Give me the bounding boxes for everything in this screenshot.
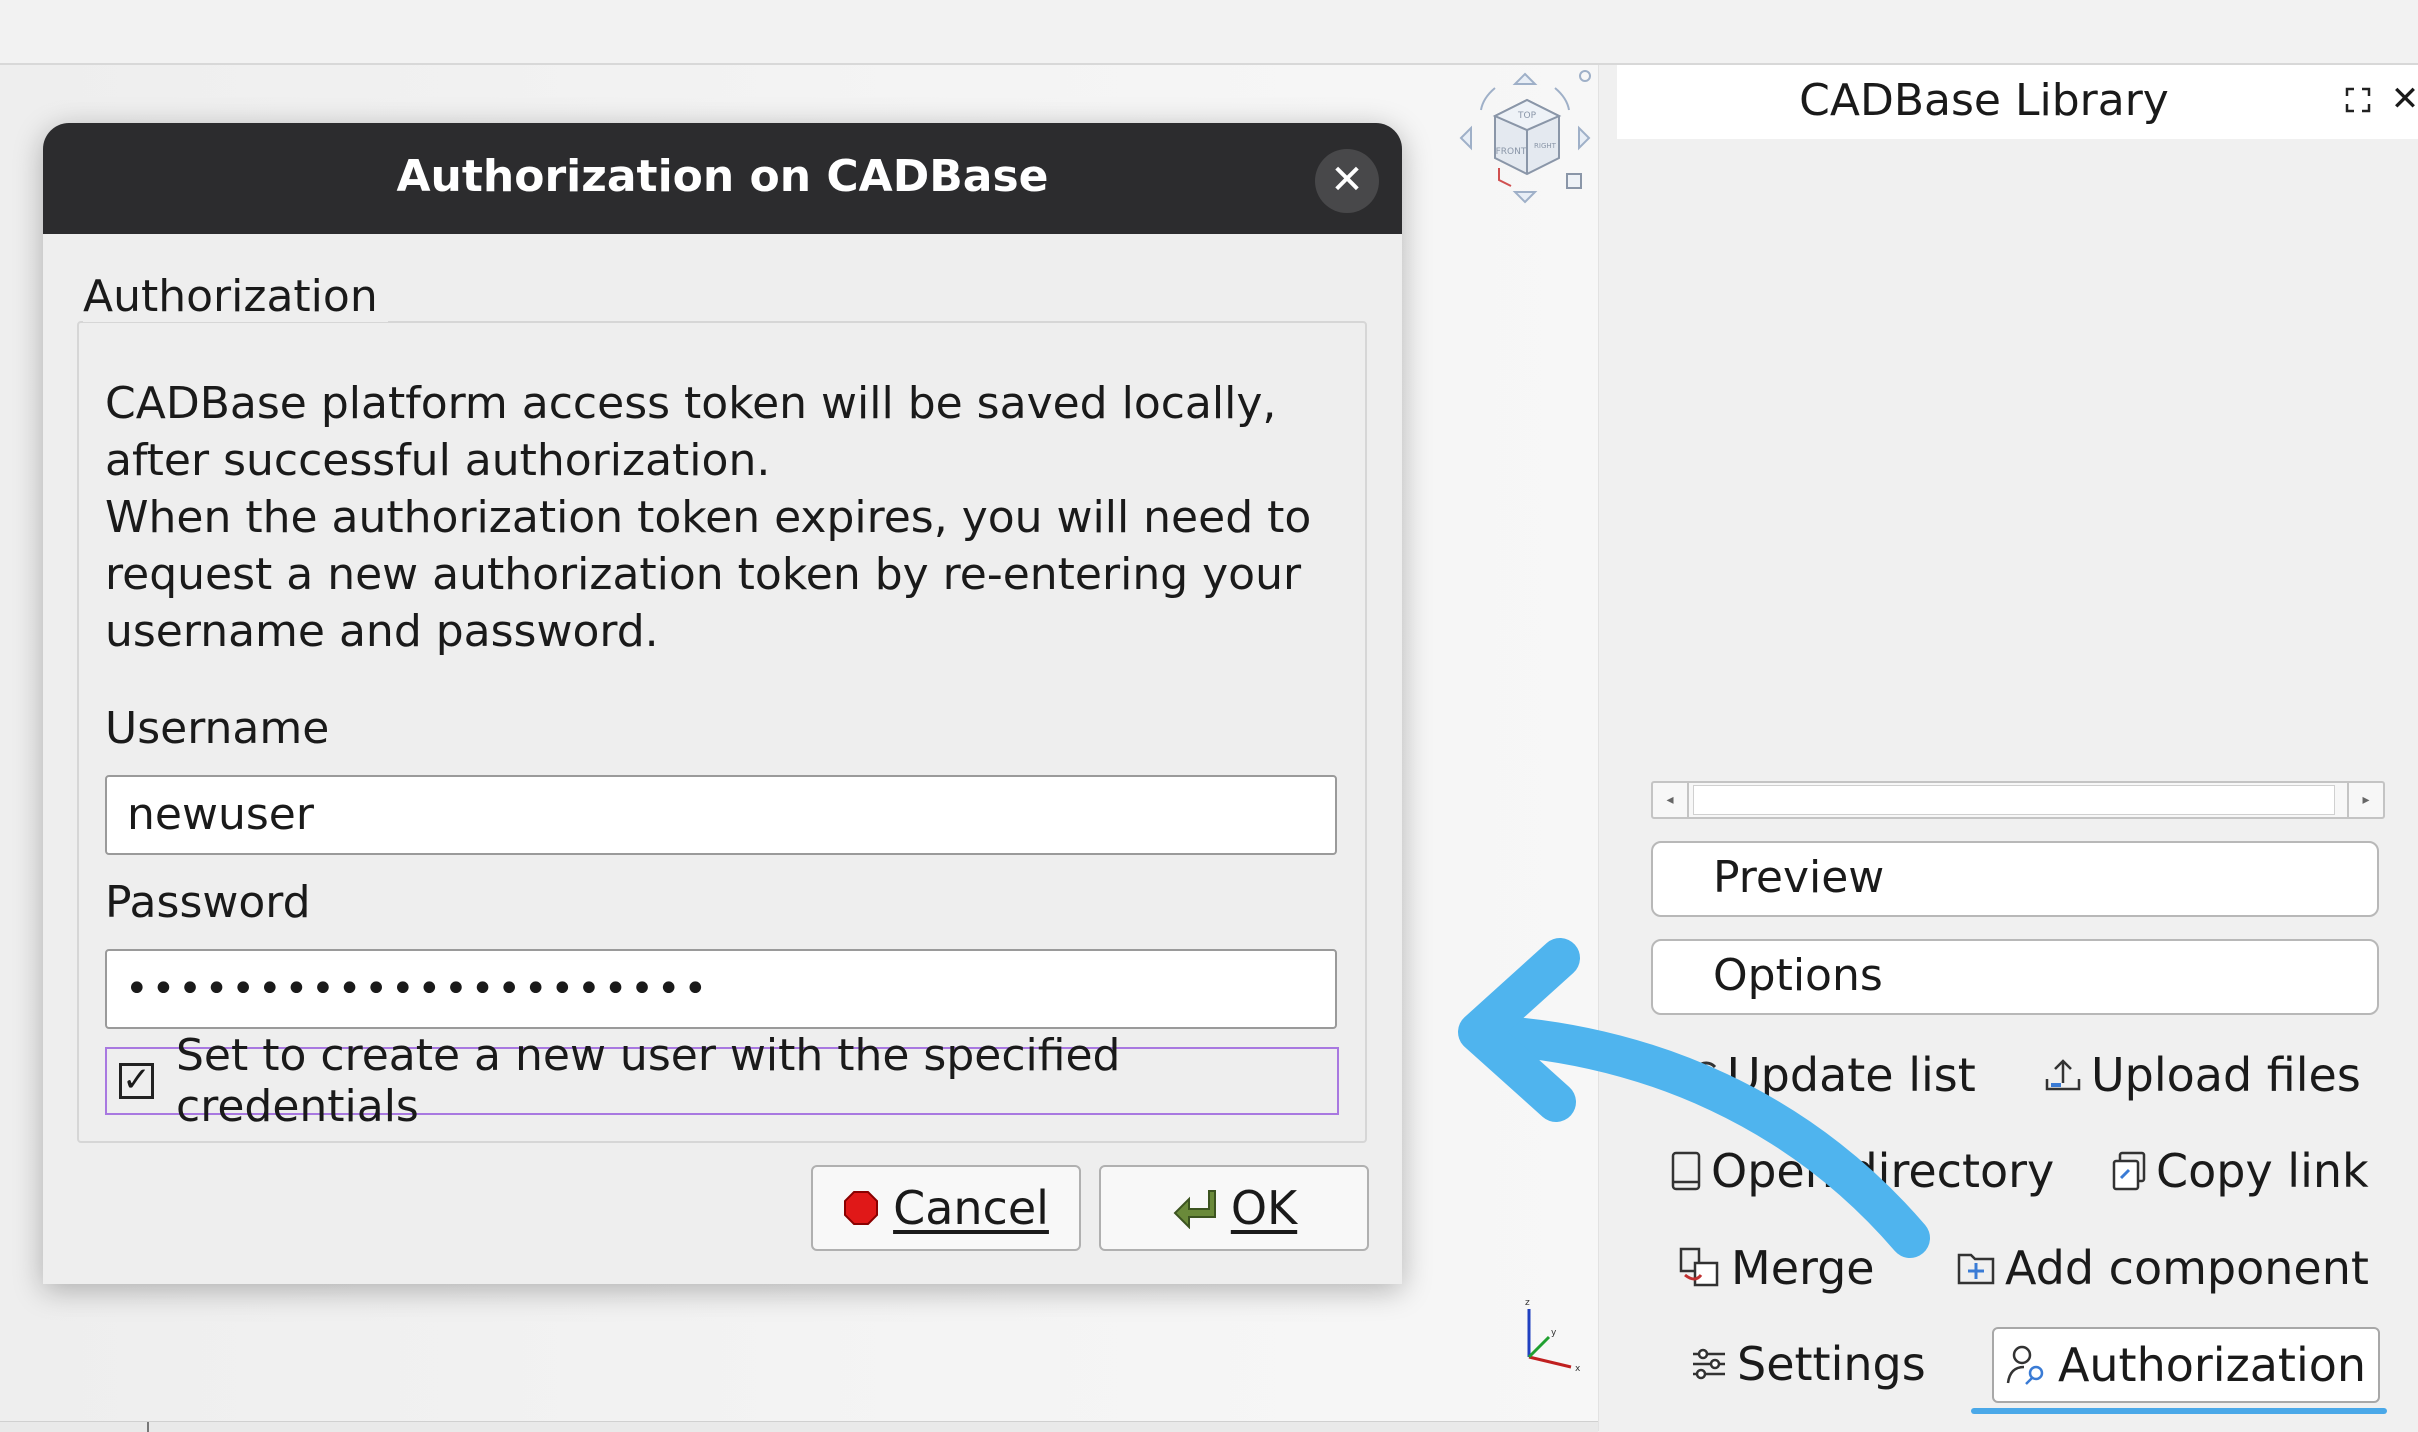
update-list-label: Update list xyxy=(1727,1048,1976,1102)
settings-button[interactable]: Settings xyxy=(1689,1329,1926,1399)
svg-text:y: y xyxy=(1551,1328,1557,1338)
horizontal-scrollbar[interactable]: ◂ ▸ xyxy=(1651,781,2385,819)
copy-link-label: Copy link xyxy=(2156,1144,2369,1198)
password-label: Password xyxy=(105,877,311,928)
create-user-checkbox-row[interactable]: ✓ Set to create a new user with the spec… xyxy=(105,1030,1339,1132)
upload-files-button[interactable]: Upload files xyxy=(2043,1040,2361,1110)
settings-label: Settings xyxy=(1737,1337,1926,1391)
username-field[interactable]: newuser xyxy=(105,775,1337,855)
enter-arrow-icon xyxy=(1173,1190,1216,1229)
cancel-button[interactable]: Cancel xyxy=(811,1165,1081,1251)
group-title: Authorization xyxy=(83,271,388,322)
refresh-icon xyxy=(1692,1061,1717,1089)
svg-text:z: z xyxy=(1525,1298,1530,1308)
float-panel-icon[interactable] xyxy=(2343,85,2373,115)
info-text: CADBase platform access token will be sa… xyxy=(105,378,1312,657)
authorization-dialog: Authorization on CADBase ✕ Authorization… xyxy=(43,123,1402,1284)
scroll-right-icon[interactable]: ▸ xyxy=(2347,783,2383,817)
panel-title: CADBase Library xyxy=(1799,75,2169,126)
stop-icon xyxy=(844,1191,879,1225)
checkbox-label: Set to create a new user with the specif… xyxy=(176,1030,1121,1132)
status-strip xyxy=(0,1421,1598,1432)
axis-triad-icon: z y x xyxy=(1525,1298,1581,1374)
copy-link-button[interactable]: Copy link xyxy=(2110,1136,2369,1206)
ok-button[interactable]: OK xyxy=(1099,1165,1369,1251)
options-button[interactable]: Options xyxy=(1651,939,2379,1015)
password-field[interactable]: •••••••••••••••••••••• xyxy=(105,949,1337,1029)
scroll-left-icon[interactable]: ◂ xyxy=(1653,783,1689,817)
panel-header: CADBase Library ✕ xyxy=(1617,65,2418,139)
dialog-title: Authorization on CADBase xyxy=(396,151,1049,202)
upload-icon xyxy=(2045,1059,2081,1091)
cube-face-right[interactable]: RIGHT xyxy=(1534,142,1557,150)
user-key-icon xyxy=(2006,1345,2044,1385)
username-label: Username xyxy=(105,703,330,754)
merge-button[interactable]: Merge xyxy=(1677,1233,1875,1303)
dialog-titlebar[interactable]: Authorization on CADBase ✕ xyxy=(43,123,1402,234)
authorization-label: Authorization xyxy=(2057,1338,2367,1392)
ok-label: OK xyxy=(1230,1181,1298,1235)
authorization-button[interactable]: Authorization xyxy=(1992,1327,2380,1403)
svg-text:x: x xyxy=(1575,1364,1581,1374)
navigation-cube-icon[interactable]: TOP FRONT RIGHT xyxy=(1455,68,1595,208)
sliders-icon xyxy=(1693,1348,1725,1380)
cancel-label: Cancel xyxy=(893,1181,1049,1235)
create-user-checkbox[interactable]: ✓ xyxy=(119,1063,154,1099)
close-dialog-icon[interactable]: ✕ xyxy=(1315,149,1379,213)
update-list-button[interactable]: Update list xyxy=(1691,1040,1976,1110)
close-panel-icon[interactable]: ✕ xyxy=(2387,81,2418,117)
copy-link-icon xyxy=(2112,1151,2146,1191)
top-bar xyxy=(0,0,2418,65)
preview-button[interactable]: Preview xyxy=(1651,841,2379,917)
open-directory-button[interactable]: Open directory xyxy=(1669,1136,2054,1206)
open-directory-label: Open directory xyxy=(1711,1144,2055,1198)
merge-label: Merge xyxy=(1731,1241,1875,1295)
add-component-button[interactable]: Add component xyxy=(1955,1233,2369,1303)
cube-face-front[interactable]: FRONT xyxy=(1496,147,1527,157)
merge-icon xyxy=(1679,1247,1719,1287)
add-component-icon xyxy=(1957,1253,1995,1285)
add-component-label: Add component xyxy=(2005,1241,2369,1295)
scrollbar-thumb[interactable] xyxy=(1693,785,2335,815)
cube-face-top[interactable]: TOP xyxy=(1517,111,1537,121)
cadbase-library-panel: CADBase Library ✕ ◂ ▸ Preview Options Up… xyxy=(1598,65,2418,1431)
active-tab-indicator xyxy=(1971,1408,2387,1414)
upload-files-label: Upload files xyxy=(2091,1048,2361,1102)
book-icon xyxy=(1671,1151,1701,1191)
